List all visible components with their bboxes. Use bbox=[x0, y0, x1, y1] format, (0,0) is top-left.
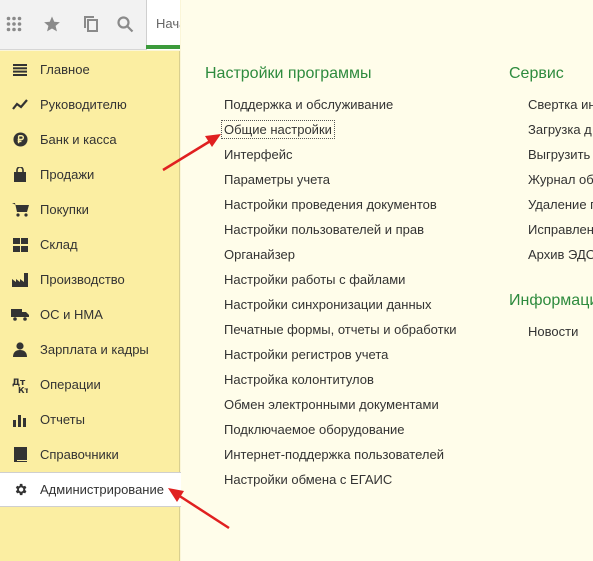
sidebar-item-label: ОС и НМА bbox=[40, 307, 103, 322]
gear-icon bbox=[0, 482, 40, 497]
section-title-service: Сервис bbox=[509, 65, 564, 82]
sidebar-item-label: Зарплата и кадры bbox=[40, 342, 149, 357]
link-edi[interactable]: Обмен электронными документами bbox=[224, 396, 439, 413]
link-interface[interactable]: Интерфейс bbox=[224, 146, 292, 163]
link-posting-settings[interactable]: Настройки проведения документов bbox=[224, 196, 437, 213]
link-register-settings[interactable]: Настройки регистров учета bbox=[224, 346, 388, 363]
link-online-support[interactable]: Интернет-поддержка пользователей bbox=[224, 446, 444, 463]
sidebar-item-manager[interactable]: Руководителю bbox=[0, 87, 180, 122]
sidebar: Главное Руководителю Банк и касса Продаж… bbox=[0, 51, 181, 561]
sidebar-item-bank[interactable]: Банк и касса bbox=[0, 122, 180, 157]
section-title-settings: Настройки программы bbox=[205, 65, 372, 82]
sidebar-item-label: Главное bbox=[40, 62, 90, 77]
warehouse-icon bbox=[0, 237, 40, 252]
sidebar-item-label: Производство bbox=[40, 272, 125, 287]
trend-icon bbox=[0, 98, 40, 111]
chart-icon bbox=[0, 413, 40, 427]
link-general-settings[interactable]: Общие настройки bbox=[221, 120, 335, 139]
link-service-1[interactable]: Свертка ин bbox=[528, 96, 593, 113]
history-icon[interactable] bbox=[79, 12, 103, 36]
sidebar-item-label: Покупки bbox=[40, 202, 89, 217]
section-title-info: Информаци bbox=[509, 292, 593, 309]
bag-icon bbox=[0, 167, 40, 182]
search-icon[interactable] bbox=[113, 12, 137, 36]
tab-home[interactable]: Нача bbox=[146, 0, 180, 50]
sidebar-item-label: Операции bbox=[40, 377, 101, 392]
sidebar-item-administration[interactable]: Администрирование bbox=[0, 472, 181, 507]
ruble-icon bbox=[0, 132, 40, 147]
star-icon[interactable] bbox=[40, 12, 64, 36]
book-icon bbox=[0, 447, 40, 462]
link-file-settings[interactable]: Настройки работы с файлами bbox=[224, 271, 405, 288]
grid-icon[interactable] bbox=[2, 12, 26, 36]
sidebar-item-catalogs[interactable]: Справочники bbox=[0, 437, 180, 472]
link-sync-settings[interactable]: Настройки синхронизации данных bbox=[224, 296, 432, 313]
link-service-2[interactable]: Загрузка д bbox=[528, 121, 592, 138]
link-service-6[interactable]: Исправлен bbox=[528, 221, 593, 238]
link-support[interactable]: Поддержка и обслуживание bbox=[224, 96, 393, 113]
link-service-4[interactable]: Журнал об bbox=[528, 171, 593, 188]
link-egais-settings[interactable]: Настройки обмена с ЕГАИС bbox=[224, 471, 392, 488]
link-equipment[interactable]: Подключаемое оборудование bbox=[224, 421, 405, 438]
sidebar-item-sales[interactable]: Продажи bbox=[0, 157, 180, 192]
sidebar-item-label: Справочники bbox=[40, 447, 119, 462]
link-user-settings[interactable]: Настройки пользователей и прав bbox=[224, 221, 424, 238]
menu-icon bbox=[0, 63, 40, 76]
sidebar-item-label: Склад bbox=[40, 237, 78, 252]
link-news[interactable]: Новости bbox=[528, 323, 578, 340]
link-organizer[interactable]: Органайзер bbox=[224, 246, 295, 263]
sidebar-item-label: Продажи bbox=[40, 167, 95, 182]
link-print-forms[interactable]: Печатные формы, отчеты и обработки bbox=[224, 321, 457, 338]
sidebar-item-label: Руководителю bbox=[40, 97, 127, 112]
sidebar-item-assets[interactable]: ОС и НМА bbox=[0, 297, 180, 332]
sidebar-item-label: Банк и касса bbox=[40, 132, 117, 147]
cart-icon bbox=[0, 202, 40, 217]
sidebar-item-production[interactable]: Производство bbox=[0, 262, 180, 297]
sidebar-item-reports[interactable]: Отчеты bbox=[0, 402, 180, 437]
main-panel: Настройки программы Поддержка и обслужив… bbox=[181, 0, 593, 561]
link-accounting-params[interactable]: Параметры учета bbox=[224, 171, 330, 188]
sidebar-item-warehouse[interactable]: Склад bbox=[0, 227, 180, 262]
sidebar-item-purchases[interactable]: Покупки bbox=[0, 192, 180, 227]
link-headers-footers[interactable]: Настройка колонтитулов bbox=[224, 371, 374, 388]
link-service-3[interactable]: Выгрузить bbox=[528, 146, 590, 163]
sidebar-item-label: Отчеты bbox=[40, 412, 85, 427]
operations-icon: Дт Кт bbox=[0, 377, 40, 393]
tab-active-indicator bbox=[146, 45, 180, 49]
factory-icon bbox=[0, 272, 40, 287]
sidebar-item-main[interactable]: Главное bbox=[0, 52, 180, 87]
sidebar-item-label: Администрирование bbox=[40, 482, 164, 497]
link-service-5[interactable]: Удаление п bbox=[528, 196, 593, 213]
person-icon bbox=[0, 342, 40, 357]
sidebar-item-payroll[interactable]: Зарплата и кадры bbox=[0, 332, 180, 367]
tab-label: Нача bbox=[156, 16, 180, 31]
svg-text:Кт: Кт bbox=[18, 386, 28, 393]
link-service-7[interactable]: Архив ЭДО bbox=[528, 246, 593, 263]
sidebar-item-operations[interactable]: Дт Кт Операции bbox=[0, 367, 180, 402]
truck-icon bbox=[0, 308, 40, 321]
